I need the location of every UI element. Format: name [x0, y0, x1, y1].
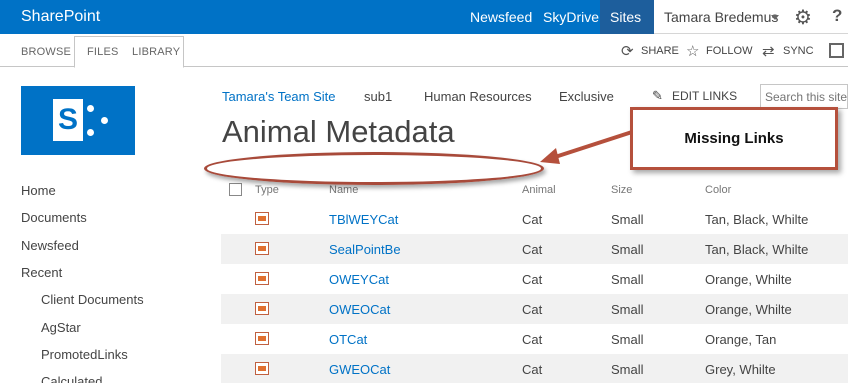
cell-color: Tan, Black, Whilte — [705, 212, 809, 227]
image-file-icon — [255, 332, 269, 345]
item-name-link[interactable]: OWEOCat — [329, 302, 390, 317]
cell-size: Small — [611, 272, 644, 287]
column-header-color[interactable]: Color — [705, 184, 731, 196]
annotation-ellipse — [204, 152, 544, 185]
topnav-link-team-site[interactable]: Tamara's Team Site — [222, 89, 336, 104]
suite-link-newsfeed[interactable]: Newsfeed — [470, 9, 532, 25]
table-row[interactable]: OWEYCat Cat Small Orange, Whilte — [221, 264, 848, 294]
suite-link-skydrive[interactable]: SkyDrive — [543, 9, 599, 25]
search-input[interactable] — [765, 90, 848, 104]
quicklaunch-agstar[interactable]: AgStar — [41, 320, 81, 335]
tab-files[interactable]: FILES — [87, 46, 119, 58]
sharepoint-brand[interactable]: SharePoint — [21, 8, 100, 26]
chevron-down-icon[interactable] — [771, 15, 779, 20]
cell-animal: Cat — [522, 332, 543, 347]
quicklaunch-documents[interactable]: Documents — [21, 210, 87, 225]
page-title: Animal Metadata — [222, 114, 455, 149]
item-name-link[interactable]: GWEOCat — [329, 362, 390, 377]
quicklaunch-home[interactable]: Home — [21, 183, 56, 198]
image-file-icon — [255, 242, 269, 255]
cell-color: Orange, Whilte — [705, 302, 792, 317]
image-file-icon — [255, 272, 269, 285]
quicklaunch-calculated[interactable]: Calculated — [41, 374, 102, 383]
column-header-type[interactable]: Type — [255, 184, 279, 196]
table-row[interactable]: TBlWEYCat Cat Small Tan, Black, Whilte — [221, 204, 848, 234]
cell-color: Tan, Black, Whilte — [705, 242, 809, 257]
tab-browse[interactable]: BROWSE — [21, 46, 71, 58]
topnav-link-human-resources[interactable]: Human Resources — [424, 89, 532, 104]
cell-size: Small — [611, 242, 644, 257]
cell-size: Small — [611, 332, 644, 347]
cell-animal: Cat — [522, 362, 543, 377]
item-name-link[interactable]: TBlWEYCat — [329, 212, 398, 227]
help-icon[interactable]: ? — [832, 6, 842, 26]
cell-size: Small — [611, 212, 644, 227]
user-zone: Tamara Bredemus ⚙ ? — [654, 0, 848, 34]
image-file-icon — [255, 362, 269, 375]
column-header-size[interactable]: Size — [611, 184, 632, 196]
tab-library[interactable]: LIBRARY — [132, 46, 180, 58]
topnav-link-sub1[interactable]: sub1 — [364, 89, 392, 104]
search-box[interactable] — [760, 84, 848, 109]
cell-animal: Cat — [522, 242, 543, 257]
pencil-icon[interactable]: ✎ — [652, 88, 663, 104]
cell-size: Small — [611, 362, 644, 377]
quicklaunch-client-documents[interactable]: Client Documents — [41, 292, 144, 307]
item-name-link[interactable]: SealPointBe — [329, 242, 401, 257]
quicklaunch-promotedlinks[interactable]: PromotedLinks — [41, 347, 128, 362]
topnav-link-exclusive[interactable]: Exclusive — [559, 89, 614, 104]
annotation-callout: Missing Links — [630, 107, 838, 170]
gear-icon[interactable]: ⚙ — [794, 5, 812, 30]
image-file-icon — [255, 212, 269, 225]
column-header-name[interactable]: Name — [329, 184, 358, 196]
ribbon: BROWSE FILES LIBRARY ⟳ SHARE ☆ FOLLOW ⇄ … — [0, 34, 848, 68]
cell-animal: Cat — [522, 302, 543, 317]
share-button[interactable]: SHARE — [641, 45, 679, 57]
user-menu[interactable]: Tamara Bredemus — [664, 9, 778, 25]
edit-links-button[interactable]: EDIT LINKS — [672, 89, 737, 103]
table-row[interactable]: OWEOCat Cat Small Orange, Whilte — [221, 294, 848, 324]
suite-bar: SharePoint Newsfeed SkyDrive Sites Tamar… — [0, 0, 848, 34]
sync-button[interactable]: SYNC — [783, 45, 814, 57]
cell-color: Orange, Tan — [705, 332, 777, 347]
cell-color: Grey, Whilte — [705, 362, 776, 377]
table-row[interactable]: OTCat Cat Small Orange, Tan — [221, 324, 848, 354]
star-icon[interactable]: ☆ — [686, 42, 699, 60]
annotation-text: Missing Links — [684, 130, 784, 147]
column-header-animal[interactable]: Animal — [522, 184, 556, 196]
cell-animal: Cat — [522, 272, 543, 287]
table-row[interactable]: SealPointBe Cat Small Tan, Black, Whilte — [221, 234, 848, 264]
focus-content-icon[interactable] — [829, 43, 844, 58]
quicklaunch-newsfeed[interactable]: Newsfeed — [21, 238, 79, 253]
table-row[interactable]: GWEOCat Cat Small Grey, Whilte — [221, 354, 848, 383]
item-name-link[interactable]: OTCat — [329, 332, 367, 347]
sync-icon[interactable]: ⇄ — [762, 42, 775, 60]
share-icon[interactable]: ⟳ — [621, 42, 634, 60]
site-logo[interactable]: S — [21, 86, 135, 155]
suite-link-sites[interactable]: Sites — [610, 9, 641, 25]
cell-size: Small — [611, 302, 644, 317]
cell-animal: Cat — [522, 212, 543, 227]
follow-button[interactable]: FOLLOW — [706, 45, 752, 57]
cell-color: Orange, Whilte — [705, 272, 792, 287]
annotation-arrow — [540, 130, 633, 164]
select-all-checkbox[interactable] — [229, 183, 242, 196]
quicklaunch-recent[interactable]: Recent — [21, 265, 62, 280]
image-file-icon — [255, 302, 269, 315]
item-name-link[interactable]: OWEYCat — [329, 272, 389, 287]
sharepoint-s-icon: S — [53, 99, 83, 141]
